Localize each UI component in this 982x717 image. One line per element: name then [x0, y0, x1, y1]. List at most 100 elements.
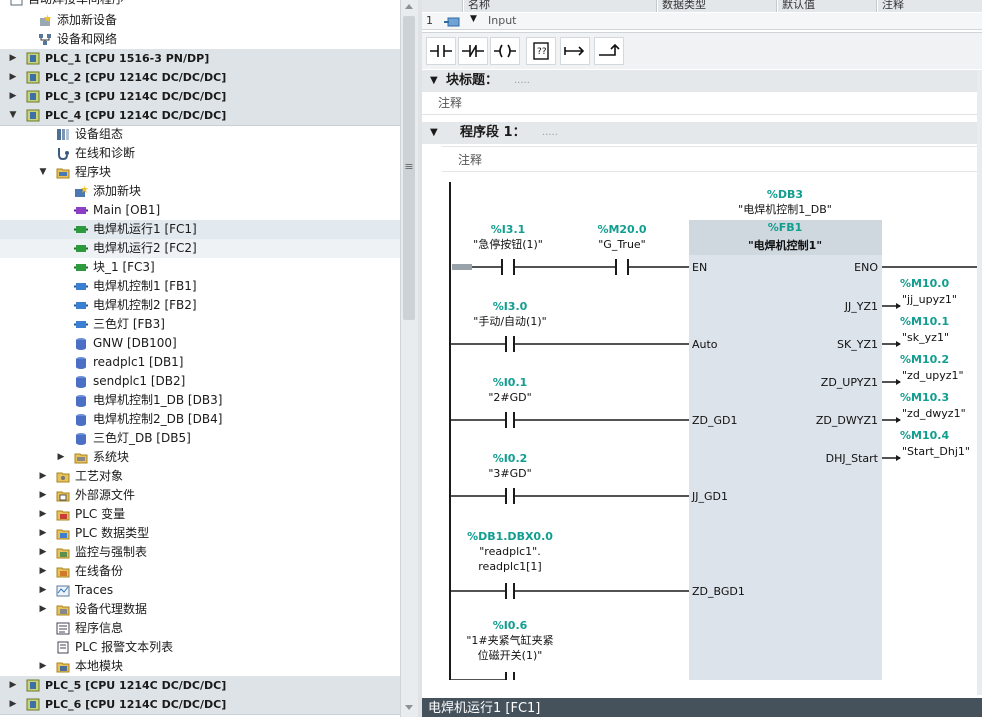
contact-name[interactable]: "G_True"	[598, 238, 646, 251]
expand-arrow-icon[interactable]: ▶	[38, 505, 48, 524]
tree-item[interactable]: ▶ PLC_3 [CPU 1214C DC/DC/DC]	[0, 87, 400, 107]
tree-item[interactable]: Main [OB1]	[0, 201, 400, 220]
expand-arrow-icon[interactable]: ▶	[8, 676, 18, 695]
expand-arrow-icon[interactable]: ▶	[38, 467, 48, 486]
backup-icon	[56, 565, 70, 578]
close-branch-button[interactable]	[594, 37, 624, 65]
tree-item-label: 电焊机控制2_DB [DB4]	[93, 412, 223, 426]
expand-arrow-icon[interactable]: ▶	[38, 543, 48, 562]
tree-item[interactable]: ▶ 本地模块	[0, 657, 400, 676]
output-name[interactable]: "zd_upyz1"	[902, 369, 964, 382]
network-dots[interactable]: .....	[542, 122, 558, 144]
output-name[interactable]: "sk_yz1"	[902, 331, 949, 344]
tree-item[interactable]: sendplc1 [DB2]	[0, 372, 400, 391]
tree-item[interactable]: 电焊机控制2_DB [DB4]	[0, 410, 400, 429]
tree-item[interactable]: 添加新块	[0, 182, 400, 201]
collapse-network-icon[interactable]: ▼	[430, 122, 438, 144]
tree-item[interactable]: 三色灯_DB [DB5]	[0, 429, 400, 448]
tree-item[interactable]: 电焊机控制1 [FB1]	[0, 277, 400, 296]
collapse-arrow-icon[interactable]: ▼	[470, 14, 477, 24]
interface-header-name[interactable]: 名称	[464, 0, 657, 12]
tree-item[interactable]: ▶ PLC_2 [CPU 1214C DC/DC/DC]	[0, 68, 400, 88]
collapse-arrow-icon[interactable]: ▼	[38, 163, 48, 182]
tree-item[interactable]: ▶ PLC_6 [CPU 1214C DC/DC/DC]	[0, 695, 400, 715]
contact-name[interactable]: "手动/自动(1)"	[473, 314, 546, 328]
expand-arrow-icon[interactable]: ▶	[8, 695, 18, 714]
open-branch-button[interactable]	[560, 37, 590, 65]
expand-arrow-icon[interactable]: ▶	[8, 49, 18, 68]
interface-header-default[interactable]: 默认值	[778, 0, 877, 12]
tree-item[interactable]: ▶ 设备代理数据	[0, 600, 400, 619]
tree-item[interactable]: 程序信息	[0, 619, 400, 638]
tree-item-label: 设备组态	[75, 127, 124, 141]
tree-item[interactable]: 三色灯 [FB3]	[0, 315, 400, 334]
contact-name[interactable]: "3#GD"	[488, 467, 531, 480]
tree-item[interactable]: 块_1 [FC3]	[0, 258, 400, 277]
tree-item[interactable]: ▶ PLC 数据类型	[0, 524, 400, 543]
expand-arrow-icon[interactable]: ▶	[8, 87, 18, 106]
empty-box-button[interactable]: ??	[526, 37, 556, 65]
bottom-tab[interactable]: 电焊机运行1 [FC1]	[428, 701, 540, 716]
scroll-down-icon[interactable]	[403, 702, 415, 714]
tree-item[interactable]: ▶ 外部源文件	[0, 486, 400, 505]
tree-item[interactable]: ▼ 程序块	[0, 163, 400, 182]
tree-item[interactable]: ▶ 监控与强制表	[0, 543, 400, 562]
collapse-block-title-icon[interactable]: ▼	[430, 70, 438, 92]
expand-arrow-icon[interactable]: ▶	[38, 657, 48, 676]
db-address: %DB3	[767, 188, 803, 201]
network-comment-box[interactable]: 注释	[442, 146, 982, 172]
tree-item[interactable]: ▶ PLC 变量	[0, 505, 400, 524]
interface-header-comment[interactable]: 注释	[878, 0, 982, 12]
interface-header-datatype[interactable]: 数据类型	[658, 0, 777, 12]
contact-name[interactable]: "2#GD"	[488, 391, 531, 404]
tree-item[interactable]: ▼ PLC_4 [CPU 1214C DC/DC/DC]	[0, 106, 400, 126]
tree-item[interactable]: 电焊机控制2 [FB2]	[0, 296, 400, 315]
output-name[interactable]: "zd_dwyz1"	[902, 407, 966, 420]
tree-item[interactable]: ▶ 工艺对象	[0, 467, 400, 486]
expand-arrow-icon[interactable]: ▶	[38, 581, 48, 600]
coil-button[interactable]	[490, 37, 520, 65]
tree-item[interactable]: ▶ PLC_5 [CPU 1214C DC/DC/DC]	[0, 676, 400, 696]
no-contact-button[interactable]	[426, 37, 456, 65]
tree-item[interactable]: readplc1 [DB1]	[0, 353, 400, 372]
contact-name[interactable]: "1#夹紧气缸夹紧	[466, 633, 553, 647]
alarm-text-icon	[56, 641, 70, 654]
expand-arrow-icon[interactable]: ▶	[38, 524, 48, 543]
expand-arrow-icon[interactable]: ▶	[38, 562, 48, 581]
block-title-bar[interactable]: ▼ 块标题： .....	[422, 70, 982, 92]
interface-row[interactable]: 1 ▼ Input	[422, 13, 982, 30]
tree-item[interactable]: ▶ PLC_1 [CPU 1516-3 PN/DP]	[0, 49, 400, 69]
expand-arrow-icon[interactable]: ▶	[8, 68, 18, 87]
expand-arrow-icon[interactable]: ▶	[38, 600, 48, 619]
expand-arrow-icon[interactable]: ▶	[56, 448, 66, 467]
tree-item[interactable]: GNW [DB100]	[0, 334, 400, 353]
tree-item[interactable]: 电焊机控制1_DB [DB3]	[0, 391, 400, 410]
contact-name-line2[interactable]: readplc1[1]	[478, 560, 541, 573]
output-name[interactable]: "Start_Dhj1"	[902, 445, 970, 458]
collapse-arrow-icon[interactable]: ▼	[8, 106, 18, 125]
contact-name-line2[interactable]: 位磁开关(1)"	[478, 648, 543, 662]
tree-item[interactable]: 电焊机运行1 [FC1]	[0, 220, 400, 239]
tree-item[interactable]: 设备和网络	[0, 30, 400, 49]
contact-name[interactable]: "急停按钮(1)"	[473, 237, 543, 251]
expand-arrow-icon[interactable]: ▶	[38, 486, 48, 505]
editor-scrollbar[interactable]	[977, 70, 982, 695]
db-name[interactable]: "电焊机控制1_DB"	[738, 202, 832, 216]
block-comment[interactable]: 注释	[438, 94, 462, 111]
tree-item[interactable]: 电焊机运行2 [FC2]	[0, 239, 400, 258]
contact-name[interactable]: "readplc1".	[479, 545, 540, 558]
tree-item[interactable]: ▶ 系统块	[0, 448, 400, 467]
tree-item[interactable]: 在线和诊断	[0, 144, 400, 163]
nc-contact-button[interactable]	[458, 37, 488, 65]
tree-item[interactable]: ▶ Traces	[0, 581, 400, 600]
tree-project-root[interactable]: 自动焊接车间程序	[0, 0, 400, 9]
tree-item[interactable]: PLC 报警文本列表	[0, 638, 400, 657]
block-title-dots[interactable]: .....	[514, 70, 530, 92]
output-name[interactable]: "jj_upyz1"	[902, 293, 957, 306]
fb-box[interactable]	[689, 220, 882, 680]
tree-item[interactable]: 设备组态	[0, 125, 400, 144]
network-bar[interactable]: ▼ 程序段 1： .....	[422, 122, 982, 144]
tree-item[interactable]: ▶ 在线备份	[0, 562, 400, 581]
scroll-up-icon[interactable]	[403, 0, 415, 12]
tree-item[interactable]: 添加新设备	[0, 11, 400, 30]
